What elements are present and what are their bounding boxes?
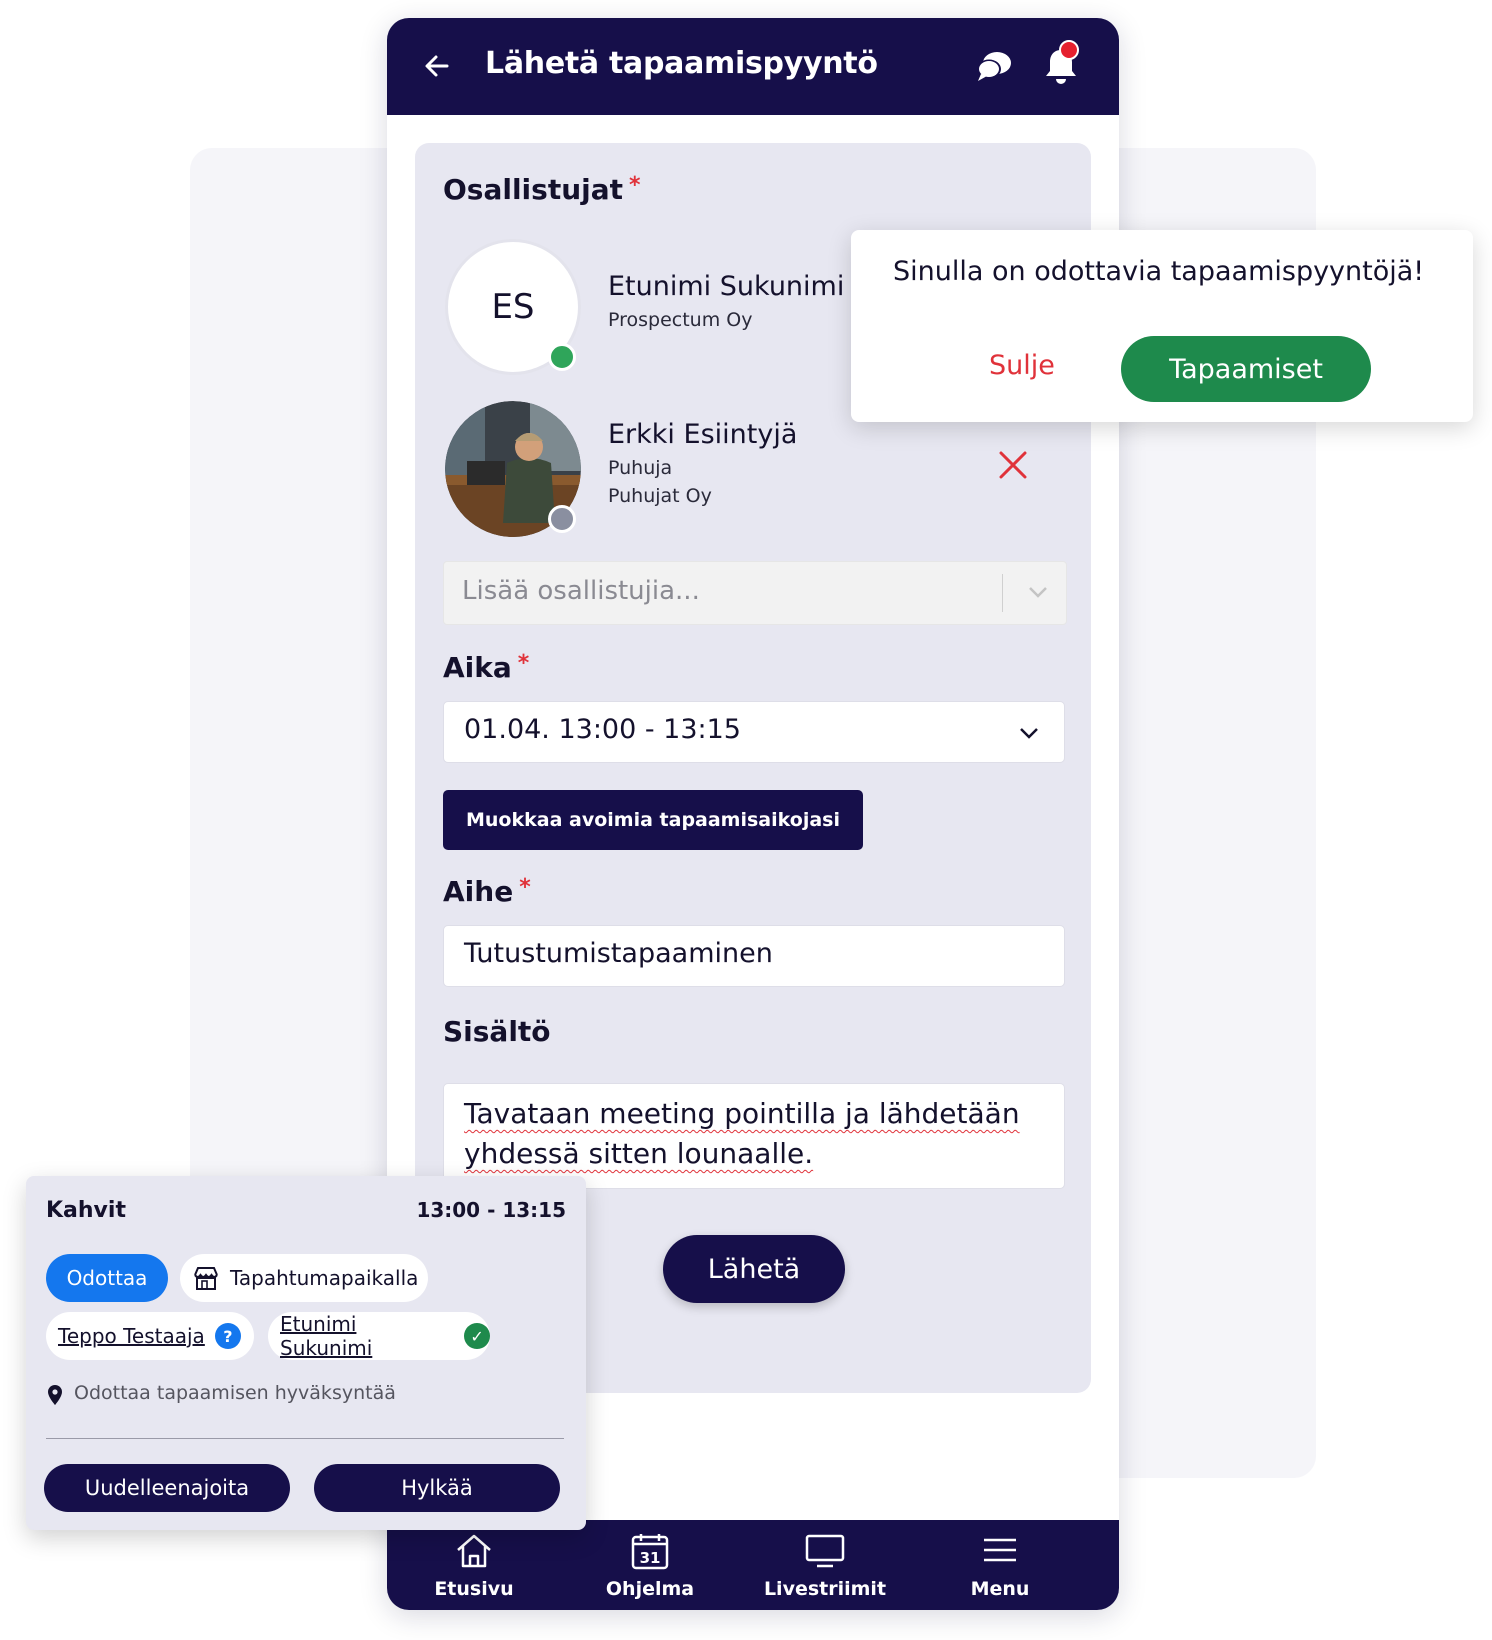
notification-popup: Sinulla on odottavia tapaamispyyntöjä! S…	[851, 230, 1473, 422]
participants-heading: Osallistujat *	[443, 173, 641, 206]
close-notification-button[interactable]: Sulje	[989, 350, 1055, 381]
top-app-bar: Lähetä tapaamispyyntö	[387, 18, 1119, 115]
chat-icon[interactable]	[975, 48, 1013, 84]
nav-item-menu[interactable]: Menu	[925, 1520, 1075, 1610]
content-textarea[interactable]: Tavataan meeting pointilla ja lähdetään …	[443, 1083, 1065, 1189]
hamburger-icon	[984, 1538, 1016, 1562]
participant-chip[interactable]: Teppo Testaaja ?	[46, 1312, 254, 1360]
calendar-icon: 31	[631, 1534, 669, 1570]
divider	[46, 1438, 564, 1439]
participant-chip[interactable]: Etunimi Sukunimi ✓	[268, 1312, 490, 1360]
participant-link[interactable]: Teppo Testaaja	[58, 1324, 205, 1348]
edit-slots-button[interactable]: Muokkaa avoimia tapaamisaikojasi	[443, 790, 863, 850]
offline-status-dot	[548, 505, 576, 533]
accepted-check-icon: ✓	[464, 1323, 490, 1349]
nav-label: Livestriimit	[763, 1578, 887, 1600]
time-heading: Aika *	[443, 651, 530, 684]
content-heading: Sisältö	[443, 1015, 551, 1048]
bottom-navigation: Etusivu 31 Ohjelma Livestriimit Menu	[387, 1520, 1119, 1610]
nav-item-livestreams[interactable]: Livestriimit	[750, 1520, 900, 1610]
notification-badge	[1059, 40, 1079, 60]
nav-item-program[interactable]: 31 Ohjelma	[575, 1520, 725, 1610]
monitor-icon	[805, 1534, 845, 1568]
meeting-status-text: Odottaa tapaamisen hyväksyntää	[74, 1382, 396, 1404]
subject-heading: Aihe *	[443, 875, 531, 908]
meeting-title: Kahvit	[46, 1198, 126, 1223]
online-status-dot	[548, 343, 576, 371]
home-icon	[457, 1534, 491, 1568]
page-title: Lähetä tapaamispyyntö	[485, 46, 878, 81]
content-value: Tavataan meeting pointilla ja lähdetään …	[464, 1097, 1020, 1170]
meeting-time: 13:00 - 13:15	[416, 1198, 566, 1222]
reschedule-button[interactable]: Uudelleenajoita	[44, 1464, 290, 1512]
subject-value: Tutustumistapaaminen	[464, 938, 773, 969]
venue-icon	[194, 1267, 218, 1290]
participant-name: Etunimi Sukunimi	[608, 271, 845, 302]
nav-item-home[interactable]: Etusivu	[399, 1520, 549, 1610]
add-participants-select[interactable]: Lisää osallistujia...	[443, 561, 1067, 625]
remove-participant-icon[interactable]	[997, 449, 1029, 481]
add-participants-placeholder: Lisää osallistujia...	[462, 576, 700, 606]
location-text: Tapahtumapaikalla	[230, 1266, 419, 1290]
location-pin-icon	[48, 1385, 62, 1405]
reject-button[interactable]: Hylkää	[314, 1464, 560, 1512]
status-chip: Odottaa	[46, 1254, 168, 1302]
notification-text: Sinulla on odottavia tapaamispyyntöjä!	[893, 256, 1425, 287]
location-chip: Tapahtumapaikalla	[180, 1254, 428, 1302]
nav-label: Menu	[970, 1578, 1030, 1600]
avatar-initials: ES	[491, 287, 535, 327]
meeting-card: Kahvit 13:00 - 13:15 Odottaa Tapahtumapa…	[26, 1176, 586, 1530]
chevron-down-icon	[1029, 587, 1047, 598]
participant-link[interactable]: Etunimi Sukunimi	[280, 1312, 454, 1360]
nav-label: Etusivu	[434, 1578, 514, 1600]
participant-company: Puhujat Oy	[608, 485, 712, 507]
pending-icon: ?	[214, 1323, 241, 1349]
back-arrow-icon[interactable]	[423, 52, 451, 80]
select-separator	[1002, 574, 1003, 612]
subject-input[interactable]: Tutustumistapaaminen	[443, 925, 1065, 987]
nav-label: Ohjelma	[605, 1578, 695, 1600]
participant-company: Prospectum Oy	[608, 309, 753, 331]
participant-role: Puhuja	[608, 457, 673, 479]
participant-name: Erkki Esiintyjä	[608, 419, 798, 450]
time-select[interactable]: 01.04. 13:00 - 13:15	[443, 701, 1065, 763]
chevron-down-icon	[1020, 728, 1038, 739]
meetings-button[interactable]: Tapaamiset	[1121, 336, 1371, 402]
time-value: 01.04. 13:00 - 13:15	[464, 714, 741, 745]
calendar-day: 31	[640, 1549, 661, 1567]
send-button[interactable]: Lähetä	[663, 1235, 845, 1303]
